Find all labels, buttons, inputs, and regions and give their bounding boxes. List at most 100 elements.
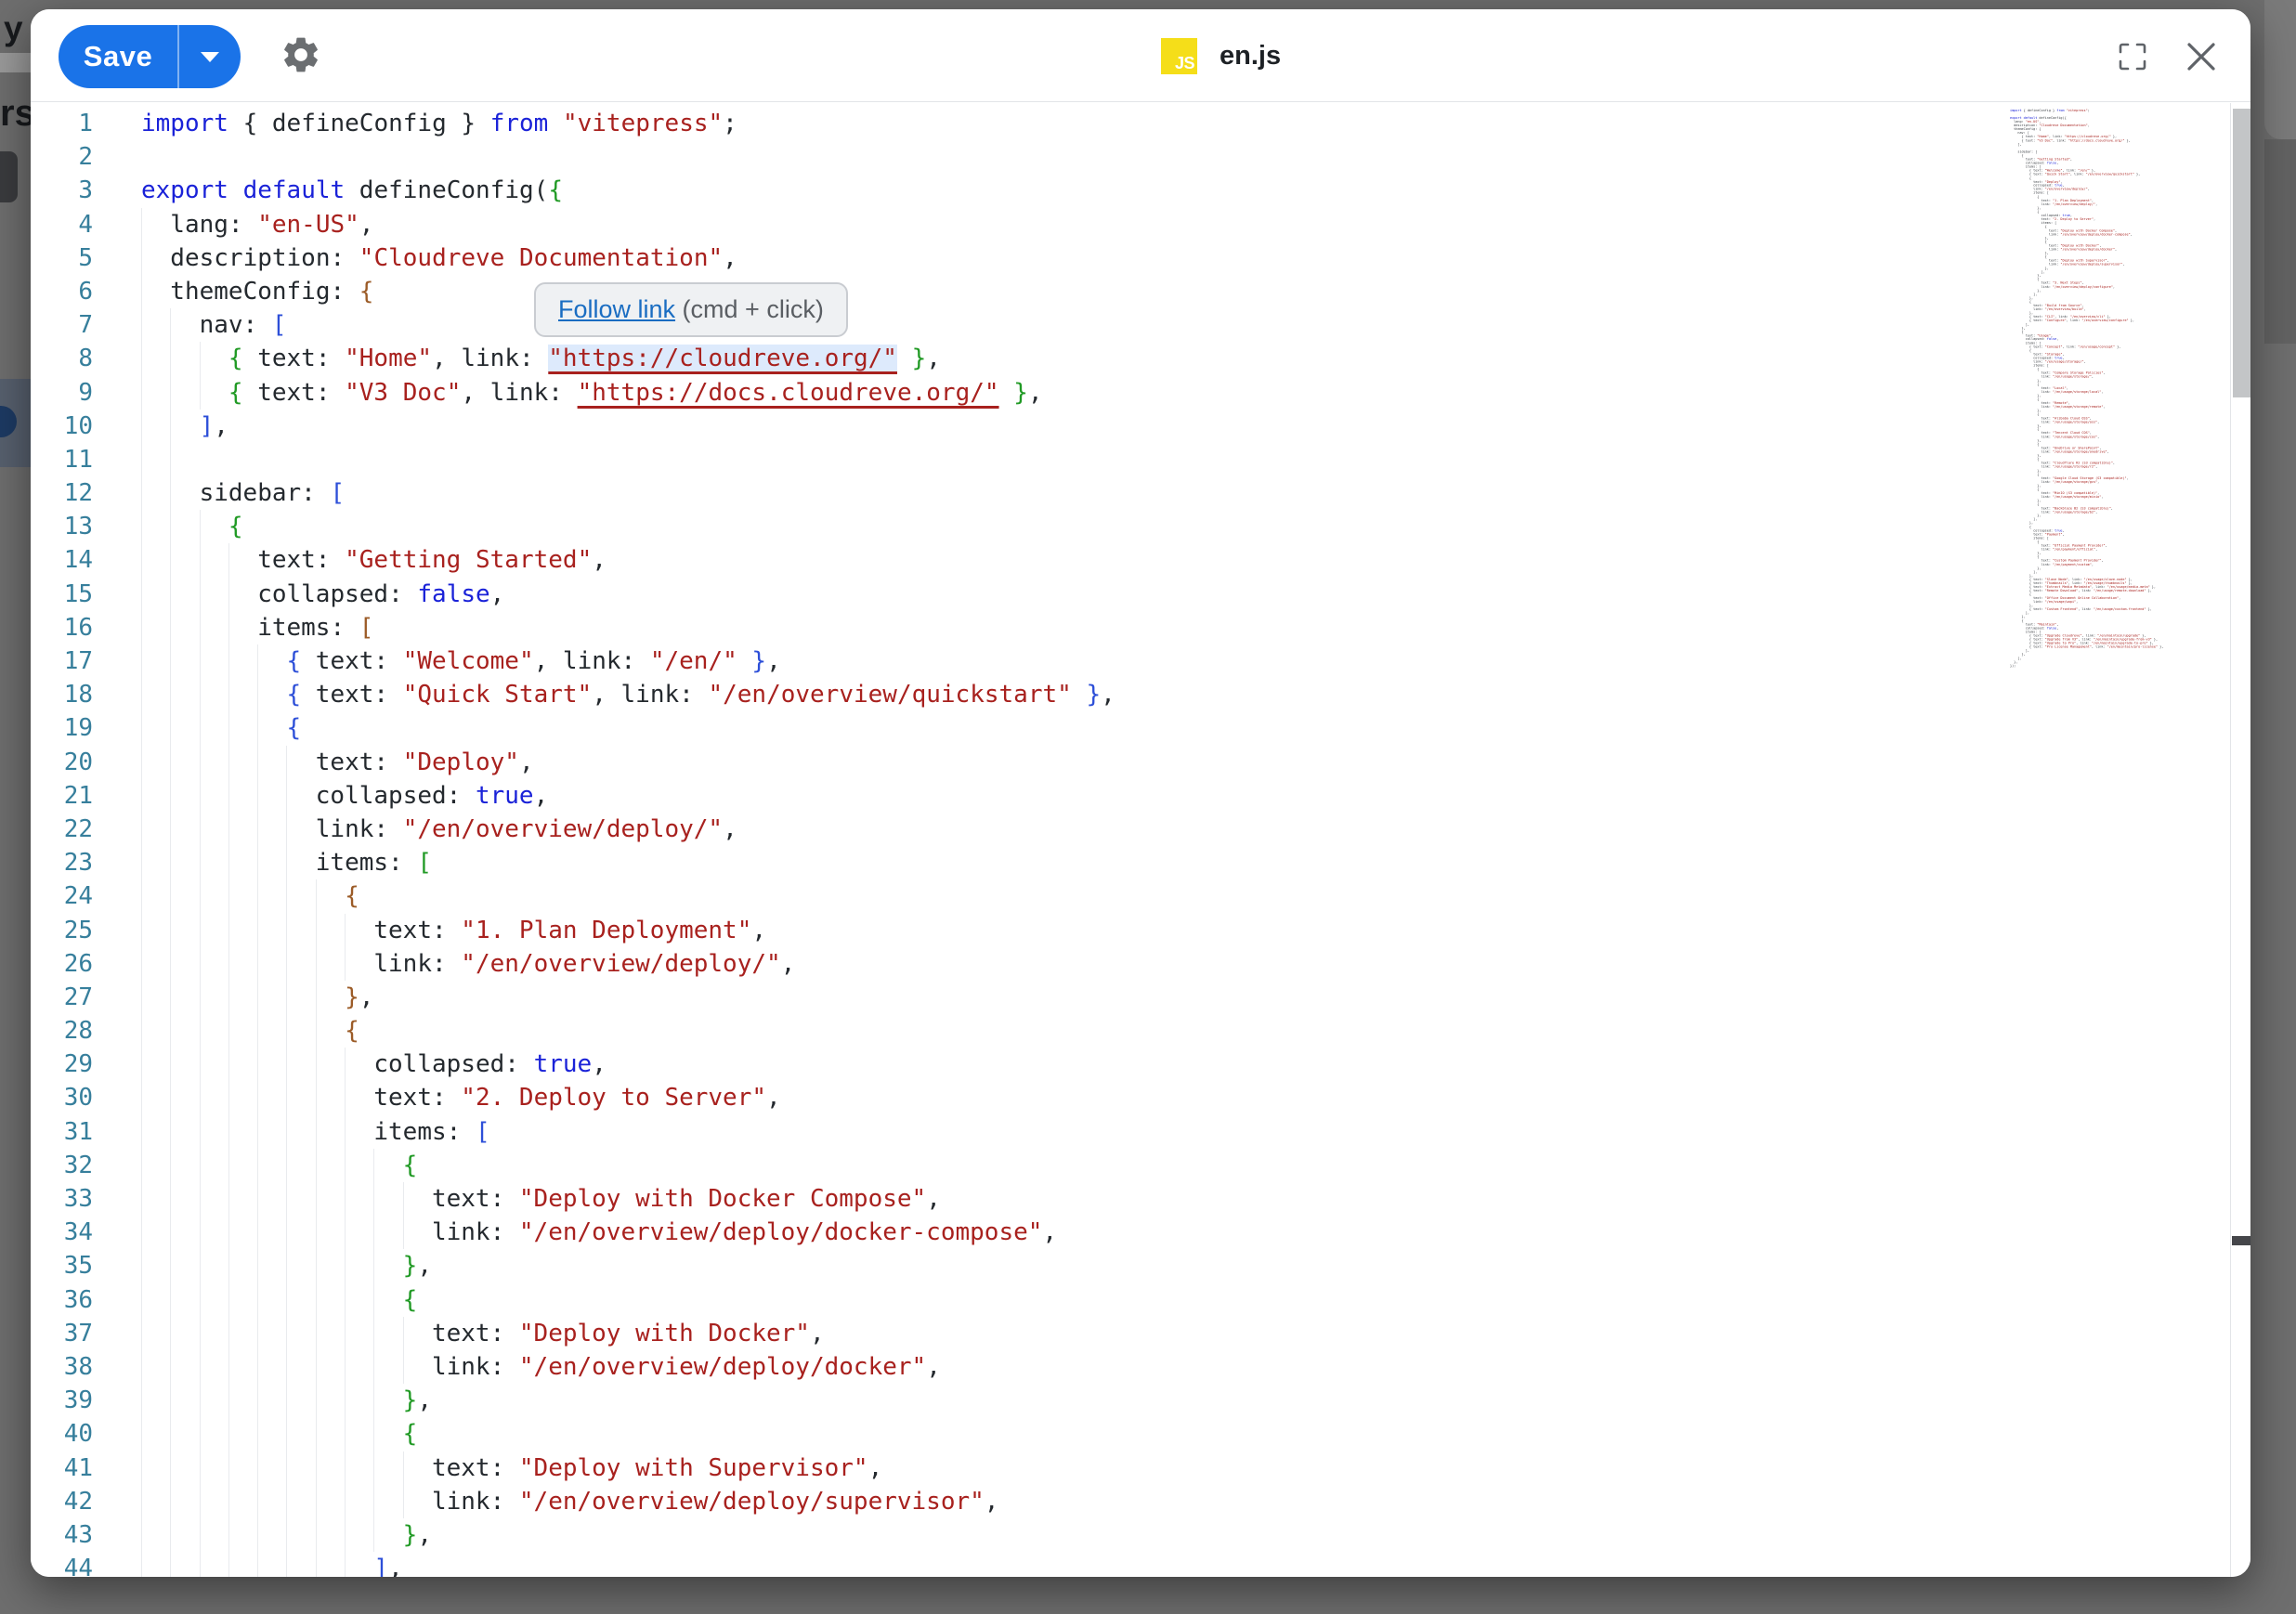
code-editor[interactable]: 1 import { defineConfig } from "vitepress… xyxy=(31,103,2250,1577)
line-number[interactable]: 43 xyxy=(31,1518,93,1552)
code-line[interactable]: 40{ xyxy=(31,1417,2250,1451)
code-line[interactable]: 32{ xyxy=(31,1149,2250,1182)
code-line[interactable]: 8{ text: "Home", link: "https://cloudrev… xyxy=(31,342,2250,375)
code-line[interactable]: 30text: "2. Deploy to Server", xyxy=(31,1081,2250,1114)
line-number[interactable]: 24 xyxy=(31,879,93,913)
line-number[interactable]: 27 xyxy=(31,981,93,1014)
code-line[interactable]: 16items: [ xyxy=(31,611,2250,644)
line-number[interactable]: 4 xyxy=(31,208,93,241)
code-line[interactable]: 24{ xyxy=(31,879,2250,913)
line-number[interactable]: 30 xyxy=(31,1081,93,1114)
code-line[interactable]: 3export default defineConfig({ xyxy=(31,174,2250,207)
line-number[interactable]: 5 xyxy=(31,241,93,275)
code-line[interactable]: 10], xyxy=(31,410,2250,443)
line-number[interactable]: 26 xyxy=(31,947,93,981)
settings-button[interactable] xyxy=(280,33,322,76)
code-line[interactable]: 34link: "/en/overview/deploy/docker-comp… xyxy=(31,1216,2250,1249)
line-number[interactable]: 40 xyxy=(31,1417,93,1451)
line-number[interactable]: 14 xyxy=(31,543,93,577)
minimap[interactable]: import { defineConfig } from "vitepress"… xyxy=(2010,109,2231,1567)
code-line[interactable]: 13{ xyxy=(31,510,2250,543)
line-number[interactable]: 35 xyxy=(31,1249,93,1282)
close-button[interactable] xyxy=(2182,37,2221,76)
line-number[interactable]: 44 xyxy=(31,1552,93,1577)
line-number[interactable]: 13 xyxy=(31,510,93,543)
line-number[interactable]: 17 xyxy=(31,644,93,678)
code-line[interactable]: 36{ xyxy=(31,1283,2250,1317)
code-line[interactable]: 28{ xyxy=(31,1014,2250,1048)
code-line[interactable]: 26link: "/en/overview/deploy/", xyxy=(31,947,2250,981)
code-line[interactable]: 37text: "Deploy with Docker", xyxy=(31,1317,2250,1350)
line-number[interactable]: 19 xyxy=(31,711,93,745)
line-number[interactable]: 37 xyxy=(31,1317,93,1350)
code-line[interactable]: 6themeConfig: { xyxy=(31,275,2250,308)
line-number[interactable]: 7 xyxy=(31,308,93,342)
line-number[interactable]: 39 xyxy=(31,1384,93,1417)
code-line[interactable]: 20text: "Deploy", xyxy=(31,746,2250,779)
code-line[interactable]: 11 xyxy=(31,443,2250,476)
line-number[interactable]: 3 xyxy=(31,174,93,207)
line-number[interactable]: 15 xyxy=(31,578,93,611)
code-line[interactable]: 21collapsed: true, xyxy=(31,779,2250,813)
line-number[interactable]: 22 xyxy=(31,813,93,846)
code-line[interactable]: 25text: "1. Plan Deployment", xyxy=(31,914,2250,947)
line-number[interactable]: 25 xyxy=(31,914,93,947)
code-line[interactable]: 43}, xyxy=(31,1518,2250,1552)
line-number[interactable]: 16 xyxy=(31,611,93,644)
code-line[interactable]: 12sidebar: [ xyxy=(31,476,2250,510)
line-number[interactable]: 6 xyxy=(31,275,93,308)
line-number[interactable]: 34 xyxy=(31,1216,93,1249)
indent-guide xyxy=(403,1317,432,1350)
follow-link[interactable]: Follow link xyxy=(558,295,675,323)
line-number[interactable]: 38 xyxy=(31,1350,93,1384)
line-number[interactable]: 10 xyxy=(31,410,93,443)
line-number[interactable]: 11 xyxy=(31,443,93,476)
line-number[interactable]: 12 xyxy=(31,476,93,510)
code-line[interactable]: 42link: "/en/overview/deploy/supervisor"… xyxy=(31,1485,2250,1518)
save-button[interactable]: Save xyxy=(59,25,177,88)
code-line[interactable]: 17{ text: "Welcome", link: "/en/" }, xyxy=(31,644,2250,678)
code-line[interactable]: 44], xyxy=(31,1552,2250,1577)
code-line[interactable]: 19{ xyxy=(31,711,2250,745)
code-line[interactable]: 9{ text: "V3 Doc", link: "https://docs.c… xyxy=(31,376,2250,410)
line-number[interactable]: 21 xyxy=(31,779,93,813)
line-number[interactable]: 28 xyxy=(31,1014,93,1048)
line-number[interactable]: 33 xyxy=(31,1182,93,1216)
line-number[interactable]: 41 xyxy=(31,1451,93,1485)
line-number[interactable]: 31 xyxy=(31,1115,93,1149)
scrollbar-thumb[interactable] xyxy=(2233,109,2250,397)
save-dropdown-button[interactable] xyxy=(177,25,241,88)
code-line[interactable]: 7nav: [ xyxy=(31,308,2250,342)
code-line[interactable]: 39}, xyxy=(31,1384,2250,1417)
code-line[interactable]: 22link: "/en/overview/deploy/", xyxy=(31,813,2250,846)
code-line[interactable]: 2 xyxy=(31,140,2250,174)
line-number[interactable]: 29 xyxy=(31,1048,93,1081)
code-line[interactable]: 33text: "Deploy with Docker Compose", xyxy=(31,1182,2250,1216)
code-line[interactable]: 35}, xyxy=(31,1249,2250,1282)
line-number[interactable]: 36 xyxy=(31,1283,93,1317)
line-number[interactable]: 32 xyxy=(31,1149,93,1182)
line-number[interactable]: 20 xyxy=(31,746,93,779)
indent-guide xyxy=(228,1149,257,1182)
fullscreen-button[interactable] xyxy=(2113,37,2152,76)
line-number[interactable]: 9 xyxy=(31,376,93,410)
code-line[interactable]: 29collapsed: true, xyxy=(31,1048,2250,1081)
code-line[interactable]: 38link: "/en/overview/deploy/docker", xyxy=(31,1350,2250,1384)
code-line[interactable]: 1import { defineConfig } from "vitepress… xyxy=(31,107,2250,140)
code-line[interactable]: 4lang: "en-US", xyxy=(31,208,2250,241)
code-line[interactable]: 23items: [ xyxy=(31,846,2250,879)
code-line[interactable]: 14text: "Getting Started", xyxy=(31,543,2250,577)
code-line[interactable]: 27}, xyxy=(31,981,2250,1014)
line-number[interactable]: 42 xyxy=(31,1485,93,1518)
line-number[interactable]: 2 xyxy=(31,140,93,174)
code-line[interactable]: 5description: "Cloudreve Documentation", xyxy=(31,241,2250,275)
line-number[interactable]: 18 xyxy=(31,678,93,711)
line-number[interactable]: 8 xyxy=(31,342,93,375)
line-number[interactable]: 23 xyxy=(31,846,93,879)
code-line[interactable]: 31items: [ xyxy=(31,1115,2250,1149)
code-line[interactable]: 15collapsed: false, xyxy=(31,578,2250,611)
line-number[interactable]: 1 xyxy=(31,107,93,140)
indent-guide xyxy=(170,947,199,981)
code-line[interactable]: 41text: "Deploy with Supervisor", xyxy=(31,1451,2250,1485)
code-line[interactable]: 18{ text: "Quick Start", link: "/en/over… xyxy=(31,678,2250,711)
